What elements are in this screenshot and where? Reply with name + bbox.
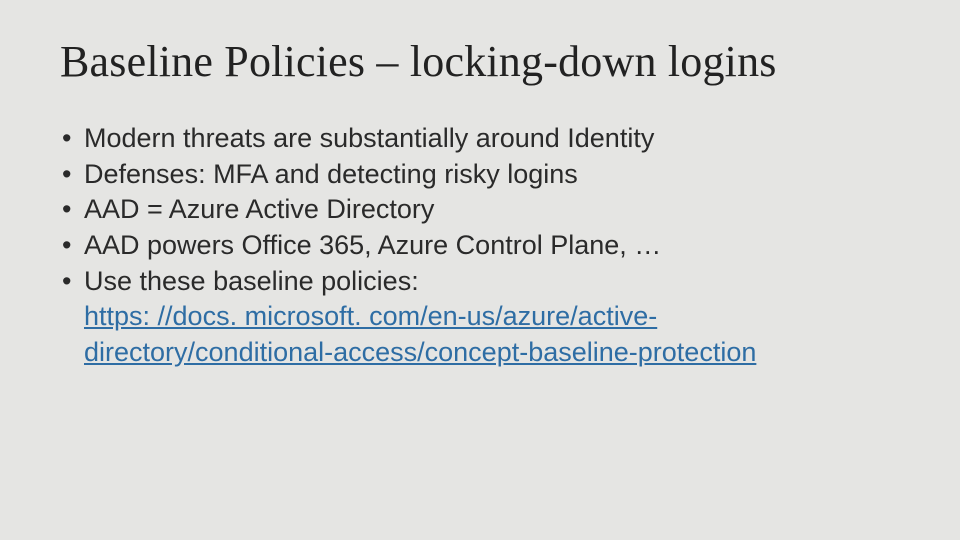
list-item: Modern threats are substantially around … <box>60 121 900 157</box>
slide-title: Baseline Policies – locking-down logins <box>60 36 900 87</box>
list-item: AAD powers Office 365, Azure Control Pla… <box>60 228 900 264</box>
bullet-text: Defenses: MFA and detecting risky logins <box>84 159 578 189</box>
bullet-text: Use these baseline policies: <box>84 266 419 296</box>
slide: Baseline Policies – locking-down logins … <box>0 0 960 540</box>
list-item: Defenses: MFA and detecting risky logins <box>60 157 900 193</box>
bullet-text: AAD powers Office 365, Azure Control Pla… <box>84 230 661 260</box>
bullet-list: Modern threats are substantially around … <box>60 121 900 370</box>
docs-link[interactable]: https: //docs. microsoft. com/en-us/azur… <box>84 301 756 367</box>
list-item: Use these baseline policies: https: //do… <box>60 264 900 371</box>
bullet-text: AAD = Azure Active Directory <box>84 194 434 224</box>
list-item: AAD = Azure Active Directory <box>60 192 900 228</box>
bullet-text: Modern threats are substantially around … <box>84 123 654 153</box>
